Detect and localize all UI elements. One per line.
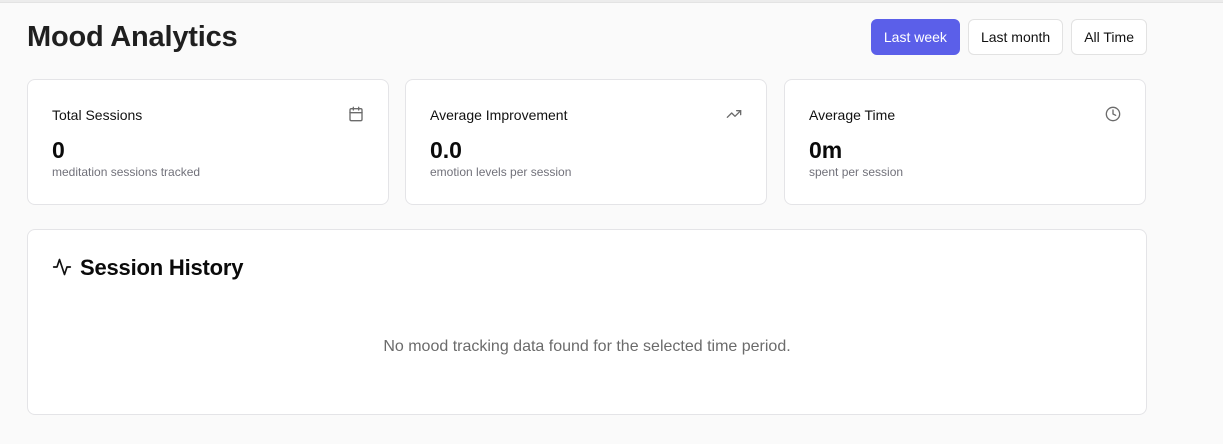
page-title: Mood Analytics — [27, 21, 238, 53]
stat-card-average-time: Average Time 0m spent per session — [784, 79, 1146, 205]
stat-description: emotion levels per session — [430, 165, 572, 179]
session-history-card: Session History No mood tracking data fo… — [27, 229, 1147, 415]
stat-label: Average Time — [809, 107, 896, 123]
stat-value: 0.0 — [430, 137, 462, 163]
stat-card-total-sessions: Total Sessions 0 meditation sessions tra… — [27, 79, 389, 205]
stat-card-average-improvement: Average Improvement 0.0 emotion levels p… — [405, 79, 767, 205]
range-last-month-button[interactable]: Last month — [967, 19, 1064, 55]
top-border — [0, 0, 1223, 3]
range-all-time-button[interactable]: All Time — [1071, 19, 1147, 55]
stat-value: 0m — [809, 137, 843, 163]
trending-up-icon — [726, 110, 742, 118]
stat-label: Total Sessions — [52, 107, 143, 123]
activity-icon — [52, 258, 72, 276]
clock-icon — [1105, 106, 1121, 122]
calendar-icon — [349, 106, 363, 122]
stat-label: Average Improvement — [430, 107, 568, 123]
page-header: Mood Analytics Last week Last month All … — [27, 18, 1147, 58]
section-title: Session History — [80, 255, 244, 280]
range-last-week-button[interactable]: Last week — [870, 19, 960, 55]
stat-description: meditation sessions tracked — [52, 165, 201, 179]
empty-state-message: No mood tracking data found for the sele… — [383, 338, 791, 355]
stat-value: 0 — [52, 137, 65, 163]
stat-description: spent per session — [809, 165, 904, 179]
time-range-selector: Last week Last month All Time — [870, 19, 1147, 55]
